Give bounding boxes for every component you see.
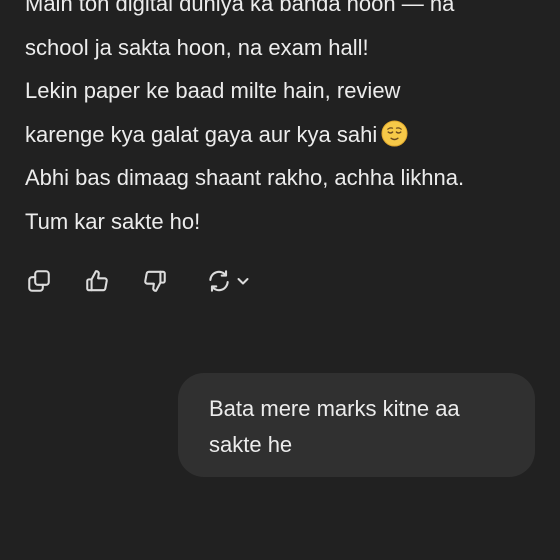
assistant-message: Main toh digital duniya ka banda hoon — … <box>25 0 540 243</box>
assistant-message-line-with-emoji: karenge kya galat gaya aur kya sahi <box>25 113 540 157</box>
thumbs-up-icon <box>86 270 108 292</box>
assistant-message-line-text: karenge kya galat gaya aur kya sahi <box>25 121 378 147</box>
message-actions-bar <box>25 266 251 296</box>
relieved-face-emoji-icon <box>381 119 408 147</box>
thumbs-down-icon <box>144 270 166 292</box>
assistant-message-line: Main toh digital duniya ka banda hoon — … <box>25 0 455 16</box>
assistant-message-line: Tum kar sakte ho! <box>25 208 201 234</box>
copy-icon <box>28 270 50 292</box>
user-message-text: Bata mere marks kitne aa sakte he <box>209 396 460 457</box>
assistant-message-line: school ja sakta hoon, na exam hall! <box>25 34 369 60</box>
regenerate-icon-wrap <box>205 267 233 295</box>
chevron-down-icon <box>237 278 249 285</box>
assistant-message-line: Abhi bas dimaag shaant rakho, achha likh… <box>25 165 465 190</box>
regenerate-icon <box>209 270 229 292</box>
regenerate-button[interactable] <box>205 267 251 295</box>
copy-button[interactable] <box>25 267 53 295</box>
thumbs-down-button[interactable] <box>141 267 169 295</box>
user-message-bubble: Bata mere marks kitne aa sakte he <box>178 373 535 477</box>
assistant-message-line: Lekin paper ke baad milte hain, review <box>25 78 401 103</box>
thumbs-up-button[interactable] <box>83 267 111 295</box>
